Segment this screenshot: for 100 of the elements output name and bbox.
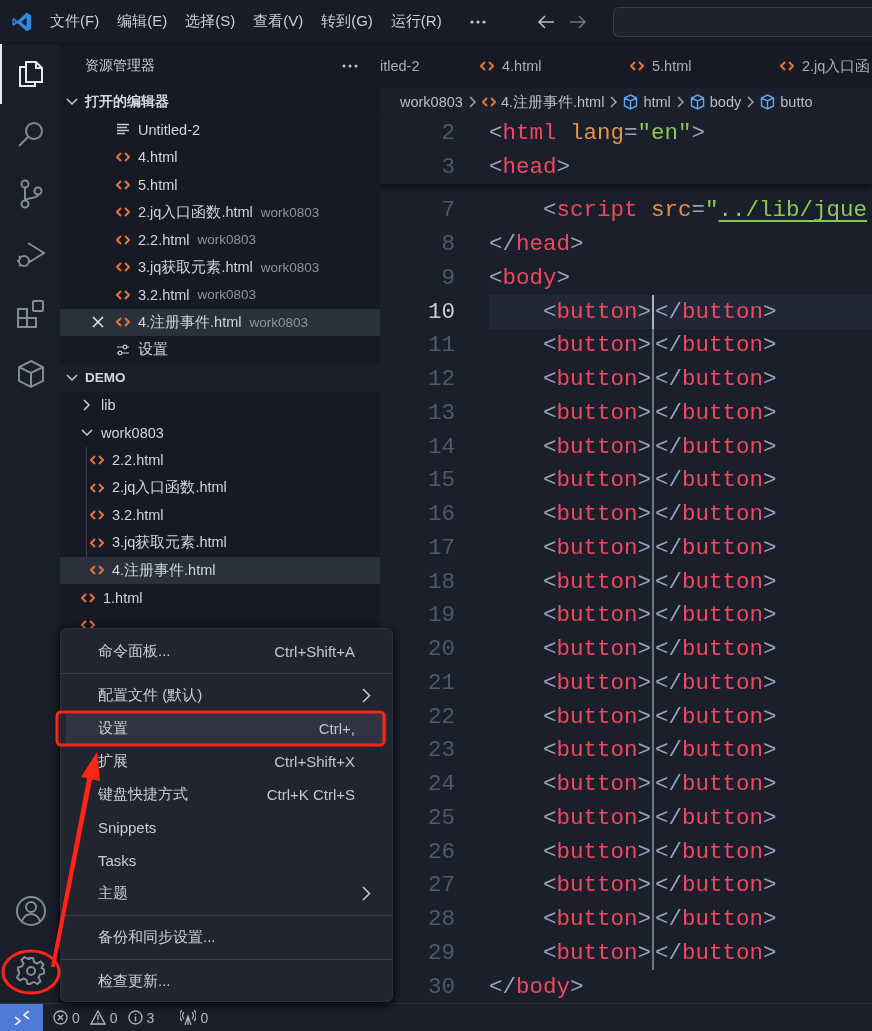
code-token: button xyxy=(682,399,764,426)
line-number: 18 xyxy=(427,568,455,595)
menu-item[interactable]: 键盘快捷方式 Ctrl+K Ctrl+S xyxy=(66,778,387,811)
menu-item[interactable]: 编辑(E) xyxy=(110,8,175,35)
open-editor-item[interactable]: 5.html xyxy=(60,171,380,199)
tree-item[interactable]: 1.html xyxy=(60,584,380,612)
section-header[interactable]: DEMO xyxy=(60,363,380,392)
breadcrumb-item[interactable]: body xyxy=(689,94,742,110)
file-name: Untitled-2 xyxy=(138,121,201,138)
menu-item[interactable]: 备份和同步设置... xyxy=(66,921,387,954)
code-token: </ xyxy=(655,636,683,663)
code-token: > xyxy=(763,737,777,764)
tree-item[interactable]: work0803 xyxy=(60,419,380,447)
menu-label: 扩展 xyxy=(98,752,128,771)
code-token: button xyxy=(682,939,764,966)
menu-item[interactable]: Tasks xyxy=(66,844,387,877)
code-token: button xyxy=(556,703,638,730)
search-icon[interactable] xyxy=(17,120,45,148)
code-token: > xyxy=(637,838,652,865)
code-token: > xyxy=(637,399,652,426)
remote-button[interactable] xyxy=(0,1004,43,1031)
code-token: button xyxy=(556,939,638,966)
open-editor-item[interactable]: 2.jq入口函数.html work0803 xyxy=(60,198,380,226)
play-bug-icon[interactable] xyxy=(16,239,46,269)
code-token: > xyxy=(637,366,652,393)
tree-item[interactable]: lib xyxy=(60,391,380,419)
line-number: 8 xyxy=(440,231,455,258)
forward-arrow-icon[interactable] xyxy=(568,14,587,29)
menu-item[interactable]: 主题 xyxy=(66,877,387,910)
tree-item[interactable]: 4.注册事件.html xyxy=(60,556,380,584)
cube-icon[interactable] xyxy=(17,359,45,389)
menu-item[interactable]: 转到(G) xyxy=(314,8,380,35)
breadcrumb-item[interactable]: html xyxy=(623,94,671,110)
code-token: </ xyxy=(655,534,683,561)
more-icon[interactable] xyxy=(468,18,487,25)
file-name: lib xyxy=(101,397,116,414)
tree-item[interactable]: 2.jq入口函数.html xyxy=(60,474,380,502)
back-arrow-icon[interactable] xyxy=(536,14,555,29)
shortcut-label: Ctrl+K Ctrl+S xyxy=(266,786,355,803)
code-token: > xyxy=(763,366,777,393)
open-editor-item[interactable]: 4.html xyxy=(60,143,380,171)
breadcrumb-item[interactable]: 4.注册事件.html xyxy=(481,92,605,112)
open-editor-item[interactable]: 4.注册事件.html work0803 xyxy=(60,308,380,336)
more-icon[interactable] xyxy=(342,64,358,68)
chevron-right-icon xyxy=(747,96,755,108)
tree-item[interactable]: 3.jq获取元素.html xyxy=(60,529,380,557)
problems-button[interactable]: 0 0 3 xyxy=(53,1009,155,1026)
chevron-icon xyxy=(83,399,91,412)
file-name: 4.注册事件.html xyxy=(112,560,216,580)
close-icon[interactable] xyxy=(92,316,104,329)
code-token: </ xyxy=(655,366,683,393)
menu-item[interactable]: 查看(V) xyxy=(246,8,311,35)
command-center-field[interactable] xyxy=(612,6,872,37)
warning-icon xyxy=(89,1010,106,1025)
code-token: < xyxy=(542,534,557,561)
open-editor-item[interactable]: 3.2.html work0803 xyxy=(60,281,380,309)
code-token: > xyxy=(763,771,777,798)
code-token: > xyxy=(763,703,777,730)
menu-item[interactable]: 检查更新... xyxy=(66,965,387,998)
breadcrumb-item[interactable]: work0803 xyxy=(400,94,463,110)
extensions-icon[interactable] xyxy=(16,299,46,329)
open-editor-item[interactable]: 2.2.html work0803 xyxy=(60,226,380,254)
tree-item[interactable]: 2.2.html xyxy=(60,446,380,474)
code-brackets-icon xyxy=(90,536,104,549)
settings-icon[interactable] xyxy=(16,956,46,986)
cube-icon xyxy=(760,94,776,110)
menu-item[interactable]: 扩展 Ctrl+Shift+X xyxy=(66,745,387,778)
code-token: </ xyxy=(655,501,683,528)
code-token: < xyxy=(542,298,557,325)
code-token: button xyxy=(556,332,638,359)
tree-item[interactable]: 3.2.html xyxy=(60,501,380,529)
ports-button[interactable]: 0 xyxy=(180,1009,209,1026)
branch-icon[interactable] xyxy=(18,179,44,209)
code-token: button xyxy=(556,433,638,460)
menu-item[interactable]: 文件(F) xyxy=(43,8,107,35)
account-icon[interactable] xyxy=(15,895,47,927)
menu-item[interactable]: 选择(S) xyxy=(178,8,243,35)
line-number: 21 xyxy=(427,669,455,696)
code-token: button xyxy=(556,602,638,629)
tab-label: 2.jq入口函 xyxy=(802,56,871,76)
open-editor-item[interactable]: 设置 xyxy=(60,336,380,364)
open-editor-item[interactable]: 3.jq获取元素.html work0803 xyxy=(60,253,380,281)
editor-tab[interactable]: 5.html xyxy=(630,44,780,88)
menu-item[interactable]: 命令面板... Ctrl+Shift+A xyxy=(66,635,387,668)
menu-label: 备份和同步设置... xyxy=(98,928,216,947)
open-editor-item[interactable]: Untitled-2 xyxy=(60,116,380,144)
editor-tab[interactable]: itled-2 xyxy=(380,44,480,88)
editor-tab[interactable]: 4.html xyxy=(480,44,630,88)
menu-item[interactable]: 运行(R) xyxy=(383,8,449,35)
line-number: 24 xyxy=(427,771,455,798)
menu-item[interactable]: 配置文件 (默认) xyxy=(66,679,387,712)
editor-tab[interactable]: 2.jq入口函 xyxy=(780,44,872,88)
menu-label: Tasks xyxy=(98,852,137,869)
ports-count: 0 xyxy=(200,1009,209,1026)
line-number: 20 xyxy=(427,636,455,663)
section-header[interactable]: 打开的编辑器 xyxy=(60,88,380,116)
files-icon[interactable] xyxy=(17,59,45,89)
chevron-right-icon xyxy=(468,96,476,108)
menu-item[interactable]: Snippets xyxy=(66,811,387,844)
breadcrumb-item[interactable]: butto xyxy=(760,94,813,110)
